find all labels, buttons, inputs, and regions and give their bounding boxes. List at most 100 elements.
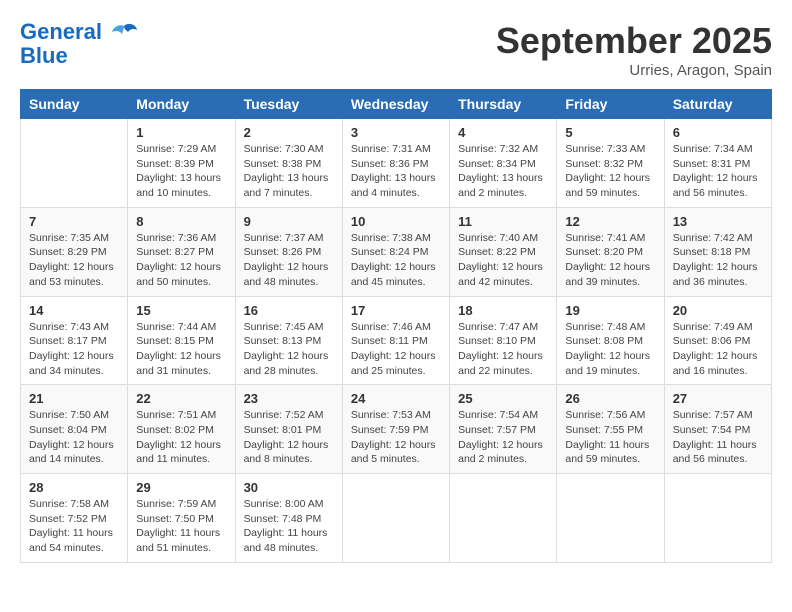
- calendar-cell: 6 Sunrise: 7:34 AMSunset: 8:31 PMDaylight…: [664, 119, 771, 208]
- calendar-cell: [664, 474, 771, 563]
- calendar-cell: 24 Sunrise: 7:53 AMSunset: 7:59 PMDayligh…: [342, 385, 449, 474]
- calendar-cell: 25Sunrise: 7:54 AMSunset: 7:57 PMDayligh…: [450, 385, 557, 474]
- day-number: 6: [673, 125, 763, 140]
- day-number: 30: [244, 480, 334, 495]
- day-detail: Sunrise: 7:53 AMSunset: 7:59 PMDaylight:…: [351, 408, 441, 467]
- calendar-cell: [21, 119, 128, 208]
- calendar-table: SundayMondayTuesdayWednesdayThursdayFrid…: [20, 89, 772, 563]
- day-detail: Sunrise: 7:29 AMSunset: 8:39 PMDaylight:…: [136, 142, 226, 201]
- col-header-monday: Monday: [128, 90, 235, 119]
- day-number: 17: [351, 303, 441, 318]
- calendar-cell: 29 Sunrise: 7:59 AMSunset: 7:50 PMDayligh…: [128, 474, 235, 563]
- day-number: 3: [351, 125, 441, 140]
- day-detail: Sunrise: 7:34 AMSunset: 8:31 PMDaylight:…: [673, 142, 763, 201]
- day-detail: Sunrise: 7:52 AMSunset: 8:01 PMDaylight:…: [244, 408, 334, 467]
- day-detail: Sunrise: 7:49 AMSunset: 8:06 PMDaylight:…: [673, 320, 763, 379]
- calendar-cell: [557, 474, 664, 563]
- col-header-tuesday: Tuesday: [235, 90, 342, 119]
- day-detail: Sunrise: 7:37 AMSunset: 8:26 PMDaylight:…: [244, 231, 334, 290]
- logo-bird-icon: [110, 22, 138, 44]
- day-number: 13: [673, 214, 763, 229]
- day-detail: Sunrise: 7:44 AMSunset: 8:15 PMDaylight:…: [136, 320, 226, 379]
- page-header: General Blue September 2025 Urries, Arag…: [20, 20, 772, 79]
- month-title: September 2025: [496, 20, 772, 62]
- month-info: September 2025 Urries, Aragon, Spain: [496, 20, 772, 79]
- day-detail: Sunrise: 7:31 AMSunset: 8:36 PMDaylight:…: [351, 142, 441, 201]
- day-number: 26: [565, 391, 655, 406]
- calendar-cell: 20 Sunrise: 7:49 AMSunset: 8:06 PMDayligh…: [664, 296, 771, 385]
- calendar-cell: 15 Sunrise: 7:44 AMSunset: 8:15 PMDayligh…: [128, 296, 235, 385]
- day-detail: Sunrise: 7:51 AMSunset: 8:02 PMDaylight:…: [136, 408, 226, 467]
- day-detail: Sunrise: 7:32 AMSunset: 8:34 PMDaylight:…: [458, 142, 548, 201]
- day-detail: Sunrise: 7:42 AMSunset: 8:18 PMDaylight:…: [673, 231, 763, 290]
- calendar-cell: 30 Sunrise: 8:00 AMSunset: 7:48 PMDayligh…: [235, 474, 342, 563]
- day-detail: Sunrise: 7:30 AMSunset: 8:38 PMDaylight:…: [244, 142, 334, 201]
- calendar-week-row: 28 Sunrise: 7:58 AMSunset: 7:52 PMDayligh…: [21, 474, 772, 563]
- day-detail: Sunrise: 7:59 AMSunset: 7:50 PMDaylight:…: [136, 497, 226, 556]
- logo: General Blue: [20, 20, 138, 68]
- day-detail: Sunrise: 7:41 AMSunset: 8:20 PMDaylight:…: [565, 231, 655, 290]
- day-detail: Sunrise: 7:46 AMSunset: 8:11 PMDaylight:…: [351, 320, 441, 379]
- day-number: 15: [136, 303, 226, 318]
- day-detail: Sunrise: 7:50 AMSunset: 8:04 PMDaylight:…: [29, 408, 119, 467]
- calendar-cell: 19Sunrise: 7:48 AMSunset: 8:08 PMDayligh…: [557, 296, 664, 385]
- day-detail: Sunrise: 7:35 AMSunset: 8:29 PMDaylight:…: [29, 231, 119, 290]
- day-number: 19: [565, 303, 655, 318]
- calendar-cell: 1 Sunrise: 7:29 AMSunset: 8:39 PMDaylight…: [128, 119, 235, 208]
- logo-blue: Blue: [20, 44, 138, 68]
- calendar-cell: 28 Sunrise: 7:58 AMSunset: 7:52 PMDayligh…: [21, 474, 128, 563]
- calendar-cell: 14Sunrise: 7:43 AMSunset: 8:17 PMDayligh…: [21, 296, 128, 385]
- day-number: 1: [136, 125, 226, 140]
- day-number: 12: [565, 214, 655, 229]
- day-detail: Sunrise: 7:45 AMSunset: 8:13 PMDaylight:…: [244, 320, 334, 379]
- day-number: 16: [244, 303, 334, 318]
- calendar-cell: 13 Sunrise: 7:42 AMSunset: 8:18 PMDayligh…: [664, 207, 771, 296]
- day-detail: Sunrise: 7:43 AMSunset: 8:17 PMDaylight:…: [29, 320, 119, 379]
- calendar-cell: 4 Sunrise: 7:32 AMSunset: 8:34 PMDaylight…: [450, 119, 557, 208]
- col-header-wednesday: Wednesday: [342, 90, 449, 119]
- calendar-cell: 5Sunrise: 7:33 AMSunset: 8:32 PMDaylight…: [557, 119, 664, 208]
- day-number: 4: [458, 125, 548, 140]
- day-detail: Sunrise: 7:36 AMSunset: 8:27 PMDaylight:…: [136, 231, 226, 290]
- day-detail: Sunrise: 7:58 AMSunset: 7:52 PMDaylight:…: [29, 497, 119, 556]
- calendar-week-row: 7Sunrise: 7:35 AMSunset: 8:29 PMDaylight…: [21, 207, 772, 296]
- calendar-cell: 10Sunrise: 7:38 AMSunset: 8:24 PMDayligh…: [342, 207, 449, 296]
- day-number: 28: [29, 480, 119, 495]
- calendar-cell: 22Sunrise: 7:51 AMSunset: 8:02 PMDayligh…: [128, 385, 235, 474]
- day-number: 27: [673, 391, 763, 406]
- day-number: 18: [458, 303, 548, 318]
- day-number: 9: [244, 214, 334, 229]
- day-number: 10: [351, 214, 441, 229]
- calendar-cell: [450, 474, 557, 563]
- calendar-week-row: 21 Sunrise: 7:50 AMSunset: 8:04 PMDayligh…: [21, 385, 772, 474]
- col-header-saturday: Saturday: [664, 90, 771, 119]
- day-detail: Sunrise: 7:56 AMSunset: 7:55 PMDaylight:…: [565, 408, 655, 467]
- calendar-cell: 9 Sunrise: 7:37 AMSunset: 8:26 PMDaylight…: [235, 207, 342, 296]
- calendar-week-row: 1 Sunrise: 7:29 AMSunset: 8:39 PMDaylight…: [21, 119, 772, 208]
- col-header-friday: Friday: [557, 90, 664, 119]
- calendar-cell: 11Sunrise: 7:40 AMSunset: 8:22 PMDayligh…: [450, 207, 557, 296]
- day-number: 23: [244, 391, 334, 406]
- calendar-cell: 27 Sunrise: 7:57 AMSunset: 7:54 PMDayligh…: [664, 385, 771, 474]
- calendar-cell: 26 Sunrise: 7:56 AMSunset: 7:55 PMDayligh…: [557, 385, 664, 474]
- calendar-cell: 12 Sunrise: 7:41 AMSunset: 8:20 PMDayligh…: [557, 207, 664, 296]
- col-header-sunday: Sunday: [21, 90, 128, 119]
- day-detail: Sunrise: 7:33 AMSunset: 8:32 PMDaylight:…: [565, 142, 655, 201]
- calendar-cell: [342, 474, 449, 563]
- day-detail: Sunrise: 7:57 AMSunset: 7:54 PMDaylight:…: [673, 408, 763, 467]
- calendar-cell: 16 Sunrise: 7:45 AMSunset: 8:13 PMDayligh…: [235, 296, 342, 385]
- calendar-cell: 18Sunrise: 7:47 AMSunset: 8:10 PMDayligh…: [450, 296, 557, 385]
- day-number: 21: [29, 391, 119, 406]
- day-number: 25: [458, 391, 548, 406]
- day-detail: Sunrise: 7:40 AMSunset: 8:22 PMDaylight:…: [458, 231, 548, 290]
- calendar-header-row: SundayMondayTuesdayWednesdayThursdayFrid…: [21, 90, 772, 119]
- calendar-cell: 23 Sunrise: 7:52 AMSunset: 8:01 PMDayligh…: [235, 385, 342, 474]
- calendar-cell: 3 Sunrise: 7:31 AMSunset: 8:36 PMDaylight…: [342, 119, 449, 208]
- day-number: 20: [673, 303, 763, 318]
- day-number: 24: [351, 391, 441, 406]
- day-number: 29: [136, 480, 226, 495]
- calendar-cell: 17 Sunrise: 7:46 AMSunset: 8:11 PMDayligh…: [342, 296, 449, 385]
- day-detail: Sunrise: 8:00 AMSunset: 7:48 PMDaylight:…: [244, 497, 334, 556]
- calendar-cell: 7Sunrise: 7:35 AMSunset: 8:29 PMDaylight…: [21, 207, 128, 296]
- calendar-cell: 8Sunrise: 7:36 AMSunset: 8:27 PMDaylight…: [128, 207, 235, 296]
